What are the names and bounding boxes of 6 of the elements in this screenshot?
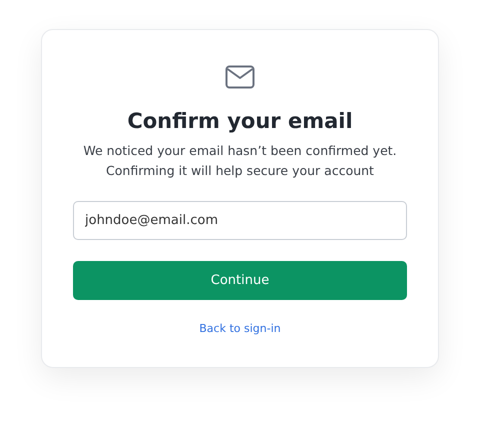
email-field[interactable]: johndoe@email.com — [73, 201, 407, 240]
dialog-title: Confirm your email — [127, 108, 353, 135]
back-to-sign-in-link[interactable]: Back to sign-in — [199, 322, 281, 335]
description-text: We noticed your email hasn’t been confirmed yet. Confirming it will help secure your account — [82, 142, 398, 180]
continue-button[interactable]: Continue — [73, 261, 407, 300]
envelope-icon — [225, 65, 255, 89]
